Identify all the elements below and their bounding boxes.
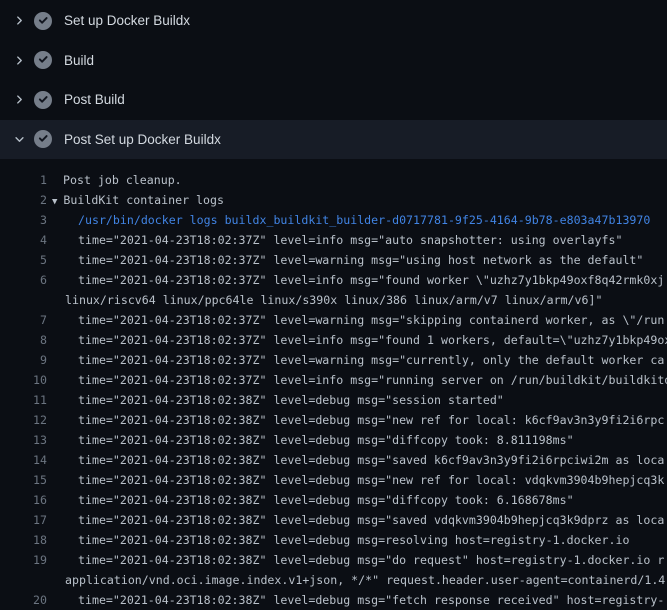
chevron-right-icon [13, 94, 25, 106]
log-line-text: time="2021-04-23T18:02:38Z" level=debug … [47, 490, 574, 510]
log-line-number[interactable]: 14 [0, 450, 47, 470]
chevron-down-icon [13, 133, 25, 145]
step-label: Build [64, 53, 94, 68]
log-line-number[interactable]: 8 [0, 330, 47, 350]
log-command-text: /usr/bin/docker logs buildx_buildkit_bui… [47, 210, 650, 230]
step-label: Set up Docker Buildx [64, 13, 190, 28]
log-line-number[interactable]: 19 [0, 550, 47, 570]
log-line-number [0, 290, 47, 310]
step-label: Post Build [64, 92, 125, 107]
group-label: BuildKit container logs [63, 193, 224, 207]
log-line-number[interactable]: 3 [0, 210, 47, 230]
log-line-number[interactable]: 6 [0, 270, 47, 290]
log-line-text: time="2021-04-23T18:02:38Z" level=debug … [47, 410, 664, 430]
job-steps-panel: Set up Docker Buildx Build Post Build Po… [0, 0, 667, 159]
log-line: 5time="2021-04-23T18:02:37Z" level=warni… [0, 250, 667, 270]
log-line-number[interactable]: 5 [0, 250, 47, 270]
chevron-right-icon [13, 15, 25, 27]
log-line-text: time="2021-04-23T18:02:37Z" level=info m… [47, 370, 667, 390]
log-line-number[interactable]: 13 [0, 430, 47, 450]
log-line-number[interactable]: 7 [0, 310, 47, 330]
log-line: 17time="2021-04-23T18:02:38Z" level=debu… [0, 510, 667, 530]
log-line-text: time="2021-04-23T18:02:38Z" level=debug … [47, 550, 664, 570]
log-line-text: time="2021-04-23T18:02:37Z" level=warnin… [47, 350, 664, 370]
log-line-text: time="2021-04-23T18:02:38Z" level=debug … [47, 430, 574, 450]
log-line: 18time="2021-04-23T18:02:38Z" level=debu… [0, 530, 667, 550]
log-line-number[interactable]: 9 [0, 350, 47, 370]
log-line: 9time="2021-04-23T18:02:37Z" level=warni… [0, 350, 667, 370]
log-line: linux/riscv64 linux/ppc64le linux/s390x … [0, 290, 667, 310]
log-line-text[interactable]: ▼BuildKit container logs [47, 190, 224, 210]
log-line: 7time="2021-04-23T18:02:37Z" level=warni… [0, 310, 667, 330]
log-line: 6time="2021-04-23T18:02:37Z" level=info … [0, 270, 667, 290]
step-row-post-set-up-docker-buildx[interactable]: Post Set up Docker Buildx [0, 120, 667, 160]
log-line-number[interactable]: 16 [0, 490, 47, 510]
log-line-text: time="2021-04-23T18:02:37Z" level=info m… [47, 270, 664, 290]
log-line: 11time="2021-04-23T18:02:38Z" level=debu… [0, 390, 667, 410]
log-line: 20time="2021-04-23T18:02:38Z" level=debu… [0, 590, 667, 610]
log-line: 4time="2021-04-23T18:02:37Z" level=info … [0, 230, 667, 250]
check-circle-icon [34, 130, 52, 148]
log-line-number[interactable]: 18 [0, 530, 47, 550]
log-line-text: time="2021-04-23T18:02:37Z" level=info m… [47, 330, 667, 350]
step-label: Post Set up Docker Buildx [64, 132, 221, 147]
log-line: 15time="2021-04-23T18:02:38Z" level=debu… [0, 470, 667, 490]
step-row-set-up-docker-buildx[interactable]: Set up Docker Buildx [0, 1, 667, 41]
log-line-number[interactable]: 12 [0, 410, 47, 430]
log-line: 19time="2021-04-23T18:02:38Z" level=debu… [0, 550, 667, 570]
log-line-number[interactable]: 10 [0, 370, 47, 390]
log-line-number[interactable]: 2 [0, 190, 47, 210]
log-line-text: time="2021-04-23T18:02:37Z" level=warnin… [47, 310, 664, 330]
log-line-number[interactable]: 4 [0, 230, 47, 250]
step-row-post-build[interactable]: Post Build [0, 80, 667, 120]
log-line-number[interactable]: 1 [0, 170, 47, 190]
log-line-text: time="2021-04-23T18:02:38Z" level=debug … [47, 530, 629, 550]
log-line-number[interactable]: 17 [0, 510, 47, 530]
log-line-text: application/vnd.oci.image.index.v1+json,… [47, 570, 665, 590]
check-circle-icon [34, 91, 52, 109]
chevron-right-icon [13, 54, 25, 66]
log-line-number [0, 570, 47, 590]
log-line-text: time="2021-04-23T18:02:37Z" level=warnin… [47, 250, 643, 270]
log-line-text: linux/riscv64 linux/ppc64le linux/s390x … [47, 290, 602, 310]
log-line: application/vnd.oci.image.index.v1+json,… [0, 570, 667, 590]
log-line: 13time="2021-04-23T18:02:38Z" level=debu… [0, 430, 667, 450]
log-line: 10time="2021-04-23T18:02:37Z" level=info… [0, 370, 667, 390]
log-line-text: Post job cleanup. [47, 170, 182, 190]
log-line-number[interactable]: 15 [0, 470, 47, 490]
log-line-text: time="2021-04-23T18:02:37Z" level=info m… [47, 230, 622, 250]
log-console: 1Post job cleanup.2▼BuildKit container l… [0, 170, 667, 610]
log-line-number[interactable]: 20 [0, 590, 47, 610]
log-line-text: time="2021-04-23T18:02:38Z" level=debug … [47, 390, 504, 410]
log-line-text: time="2021-04-23T18:02:38Z" level=debug … [47, 510, 664, 530]
log-line: 3/usr/bin/docker logs buildx_buildkit_bu… [0, 210, 667, 230]
step-row-build[interactable]: Build [0, 41, 667, 81]
log-line-text: time="2021-04-23T18:02:38Z" level=debug … [47, 470, 664, 490]
log-line-text: time="2021-04-23T18:02:38Z" level=debug … [47, 450, 664, 470]
check-circle-icon [34, 51, 52, 69]
log-line: 1Post job cleanup. [0, 170, 667, 190]
group-collapse-icon[interactable]: ▼ [52, 197, 63, 207]
log-line: 16time="2021-04-23T18:02:38Z" level=debu… [0, 490, 667, 510]
log-line: 2▼BuildKit container logs [0, 190, 667, 210]
log-line: 8time="2021-04-23T18:02:37Z" level=info … [0, 330, 667, 350]
log-line: 14time="2021-04-23T18:02:38Z" level=debu… [0, 450, 667, 470]
check-circle-icon [34, 12, 52, 30]
log-line: 12time="2021-04-23T18:02:38Z" level=debu… [0, 410, 667, 430]
log-line-text: time="2021-04-23T18:02:38Z" level=debug … [47, 590, 664, 610]
log-line-number[interactable]: 11 [0, 390, 47, 410]
